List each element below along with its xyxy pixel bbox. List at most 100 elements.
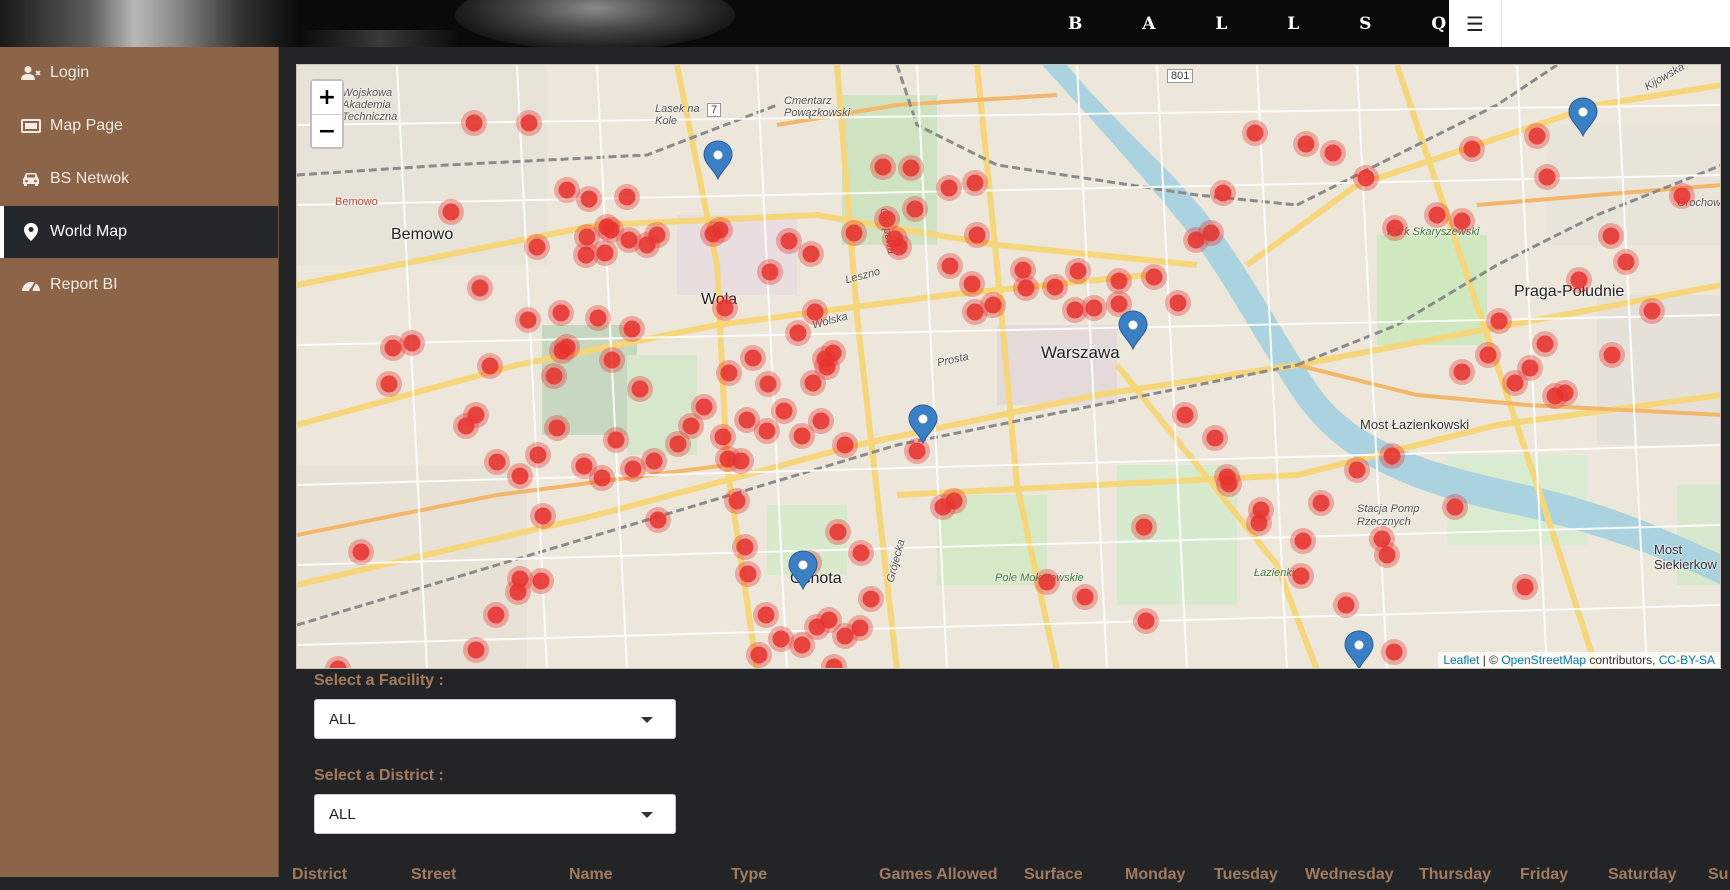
facility-marker[interactable] — [1072, 584, 1098, 610]
facility-marker[interactable] — [1320, 140, 1346, 166]
facility-marker[interactable] — [438, 199, 464, 225]
facility-marker[interactable] — [554, 334, 580, 360]
facility-marker[interactable] — [1214, 464, 1240, 490]
hamburger-icon[interactable]: ☰ — [1449, 0, 1501, 47]
facility-marker[interactable] — [808, 408, 834, 434]
facility-marker[interactable] — [1542, 383, 1568, 409]
facility-marker[interactable] — [1293, 131, 1319, 157]
facility-marker[interactable] — [1475, 342, 1501, 368]
facility-marker[interactable] — [380, 335, 406, 361]
facility-marker[interactable] — [1106, 268, 1132, 294]
facility-marker[interactable] — [1534, 164, 1560, 190]
facility-marker[interactable] — [832, 432, 858, 458]
facility-marker[interactable] — [825, 519, 851, 545]
facility-marker[interactable] — [1308, 490, 1334, 516]
facility-marker[interactable] — [1374, 542, 1400, 568]
facility-marker[interactable] — [1131, 514, 1157, 540]
column-header[interactable]: Monday — [1125, 866, 1185, 884]
facility-marker[interactable] — [746, 642, 772, 668]
facility-marker[interactable] — [785, 320, 811, 346]
leaflet-link[interactable]: Leaflet — [1443, 653, 1479, 667]
facility-marker[interactable] — [467, 275, 493, 301]
facility-marker[interactable] — [619, 316, 645, 342]
facility-marker[interactable] — [1639, 298, 1665, 324]
facility-marker[interactable] — [507, 463, 533, 489]
facility-marker[interactable] — [530, 503, 556, 529]
location-pin-icon[interactable] — [1344, 630, 1374, 669]
facility-marker[interactable] — [576, 186, 602, 212]
facility-marker[interactable] — [959, 271, 985, 297]
facility-marker[interactable] — [904, 438, 930, 464]
facility-marker[interactable] — [820, 340, 846, 366]
facility-marker[interactable] — [886, 234, 912, 260]
column-header[interactable]: Su — [1708, 866, 1728, 884]
osm-link[interactable]: OpenStreetMap — [1501, 653, 1586, 667]
license-link[interactable]: CC-BY-SA — [1659, 653, 1715, 667]
facility-marker[interactable] — [348, 539, 374, 565]
facility-marker[interactable] — [755, 371, 781, 397]
facility-marker[interactable] — [644, 222, 670, 248]
facility-marker[interactable] — [1290, 528, 1316, 554]
facility-marker[interactable] — [541, 363, 567, 389]
facility-marker[interactable] — [1141, 264, 1167, 290]
facility-marker[interactable] — [1065, 258, 1091, 284]
facility-marker[interactable] — [614, 184, 640, 210]
facility-marker[interactable] — [585, 305, 611, 331]
facility-marker[interactable] — [858, 586, 884, 612]
facility-marker[interactable] — [1288, 563, 1314, 589]
facility-marker[interactable] — [616, 227, 642, 253]
facility-marker[interactable] — [515, 307, 541, 333]
facility-marker[interactable] — [525, 442, 551, 468]
facility-marker[interactable] — [641, 448, 667, 474]
facility-marker[interactable] — [802, 299, 828, 325]
facility-marker[interactable] — [937, 253, 963, 279]
facility-marker[interactable] — [1353, 165, 1379, 191]
facility-marker[interactable] — [524, 234, 550, 260]
sidebar-item-map-page[interactable]: Map Page — [0, 100, 278, 152]
facility-marker[interactable] — [1382, 215, 1408, 241]
facility-marker[interactable] — [1442, 494, 1468, 520]
facility-marker[interactable] — [710, 424, 736, 450]
column-header[interactable]: Tuesday — [1214, 866, 1278, 884]
facility-marker[interactable] — [707, 217, 733, 243]
facility-marker[interactable] — [980, 292, 1006, 318]
facility-marker[interactable] — [645, 507, 671, 533]
facility-marker[interactable] — [1502, 370, 1528, 396]
facility-marker[interactable] — [754, 418, 780, 444]
sidebar-item-login[interactable]: Login — [0, 47, 278, 99]
facility-marker[interactable] — [936, 175, 962, 201]
facility-marker[interactable] — [516, 110, 542, 136]
facility-marker[interactable] — [757, 259, 783, 285]
facility-marker[interactable] — [1013, 275, 1039, 301]
column-header[interactable]: Name — [569, 866, 613, 884]
facility-marker[interactable] — [753, 602, 779, 628]
facility-marker[interactable] — [848, 540, 874, 566]
facility-marker[interactable] — [528, 568, 554, 594]
facility-marker[interactable] — [376, 371, 402, 397]
facility-marker[interactable] — [1242, 120, 1268, 146]
facility-marker[interactable] — [574, 224, 600, 250]
facility-marker[interactable] — [771, 398, 797, 424]
facility-marker[interactable] — [1133, 608, 1159, 634]
facility-marker[interactable] — [1449, 208, 1475, 234]
facility-marker[interactable] — [1566, 267, 1592, 293]
facility-marker[interactable] — [1333, 592, 1359, 618]
facility-marker[interactable] — [1198, 220, 1224, 246]
facility-marker[interactable] — [962, 170, 988, 196]
facility-marker[interactable] — [463, 637, 489, 663]
facility-marker[interactable] — [1034, 569, 1060, 595]
facility-marker[interactable] — [1669, 183, 1695, 209]
facility-marker[interactable] — [461, 110, 487, 136]
facility-marker[interactable] — [1459, 136, 1485, 162]
facility-marker[interactable] — [1524, 123, 1550, 149]
column-header[interactable]: District — [292, 866, 347, 884]
facility-marker[interactable] — [768, 626, 794, 652]
facility-marker[interactable] — [712, 295, 738, 321]
facility-marker[interactable] — [724, 488, 750, 514]
zoom-in-button[interactable]: + — [312, 81, 342, 114]
facility-marker[interactable] — [776, 228, 802, 254]
facility-marker[interactable] — [483, 602, 509, 628]
facility-marker[interactable] — [325, 656, 351, 669]
column-header[interactable]: Surface — [1024, 866, 1083, 884]
column-header[interactable]: Games Allowed — [879, 866, 998, 884]
